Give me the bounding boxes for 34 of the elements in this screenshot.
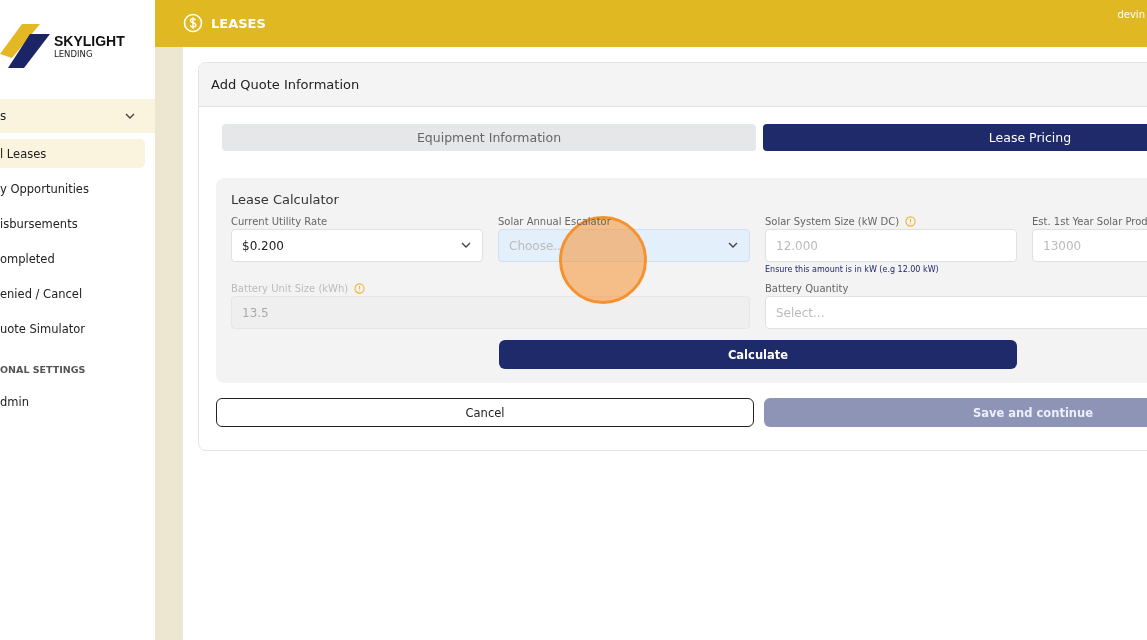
calculator-title: Lease Calculator — [231, 192, 340, 207]
dropdown-field[interactable]: $0.200 — [231, 229, 483, 262]
card-title: Add Quote Information — [211, 77, 360, 92]
input-field[interactable]: Select... — [765, 296, 1147, 329]
chevron-down-icon — [461, 242, 471, 248]
field-label: Solar System Size (kW DC) — [765, 215, 900, 227]
field-hint: Ensure this amount is in kW (e.g 12.00 kW) — [765, 265, 940, 274]
input-field[interactable]: 12.000 — [765, 229, 1017, 262]
sidebar-section[interactable]: s — [0, 99, 155, 133]
sidebar-group-heading: ONAL SETTINGS — [0, 363, 87, 377]
sidebar-item[interactable]: ompleted — [0, 244, 145, 273]
chevron-down-icon — [728, 242, 738, 248]
sidebar-item[interactable]: y Opportunities — [0, 174, 145, 203]
field-label: Est. 1st Year Solar Prod — [1032, 215, 1147, 227]
chevron-down-icon — [125, 113, 135, 119]
field-label: Current Utility Rate — [231, 215, 328, 227]
logo-icon — [0, 24, 50, 68]
info-icon — [905, 215, 917, 227]
tab[interactable]: Lease Pricing — [763, 124, 1147, 151]
dollar-icon — [183, 13, 203, 33]
info-icon — [354, 282, 366, 294]
cancel-button[interactable]: Cancel — [216, 398, 754, 427]
sidebar-item[interactable]: dmin — [0, 387, 145, 416]
sidebar-item[interactable]: isbursements — [0, 209, 145, 238]
sidebar-item[interactable]: uote Simulator — [0, 314, 145, 343]
sidebar-item[interactable]: l Leases — [0, 139, 145, 168]
calculate-button[interactable]: Calculate — [499, 340, 1017, 369]
field-label: Battery Quantity — [765, 282, 849, 294]
brand-tagline: LENDING — [54, 49, 94, 60]
sidebar-item[interactable]: enied / Cancel — [0, 279, 145, 308]
tab[interactable]: Equipment Information — [222, 124, 756, 151]
brand-name: SKYLIGHT — [54, 34, 125, 49]
input-field[interactable]: 13000 — [1032, 229, 1147, 262]
page-title: LEASES — [211, 16, 266, 33]
